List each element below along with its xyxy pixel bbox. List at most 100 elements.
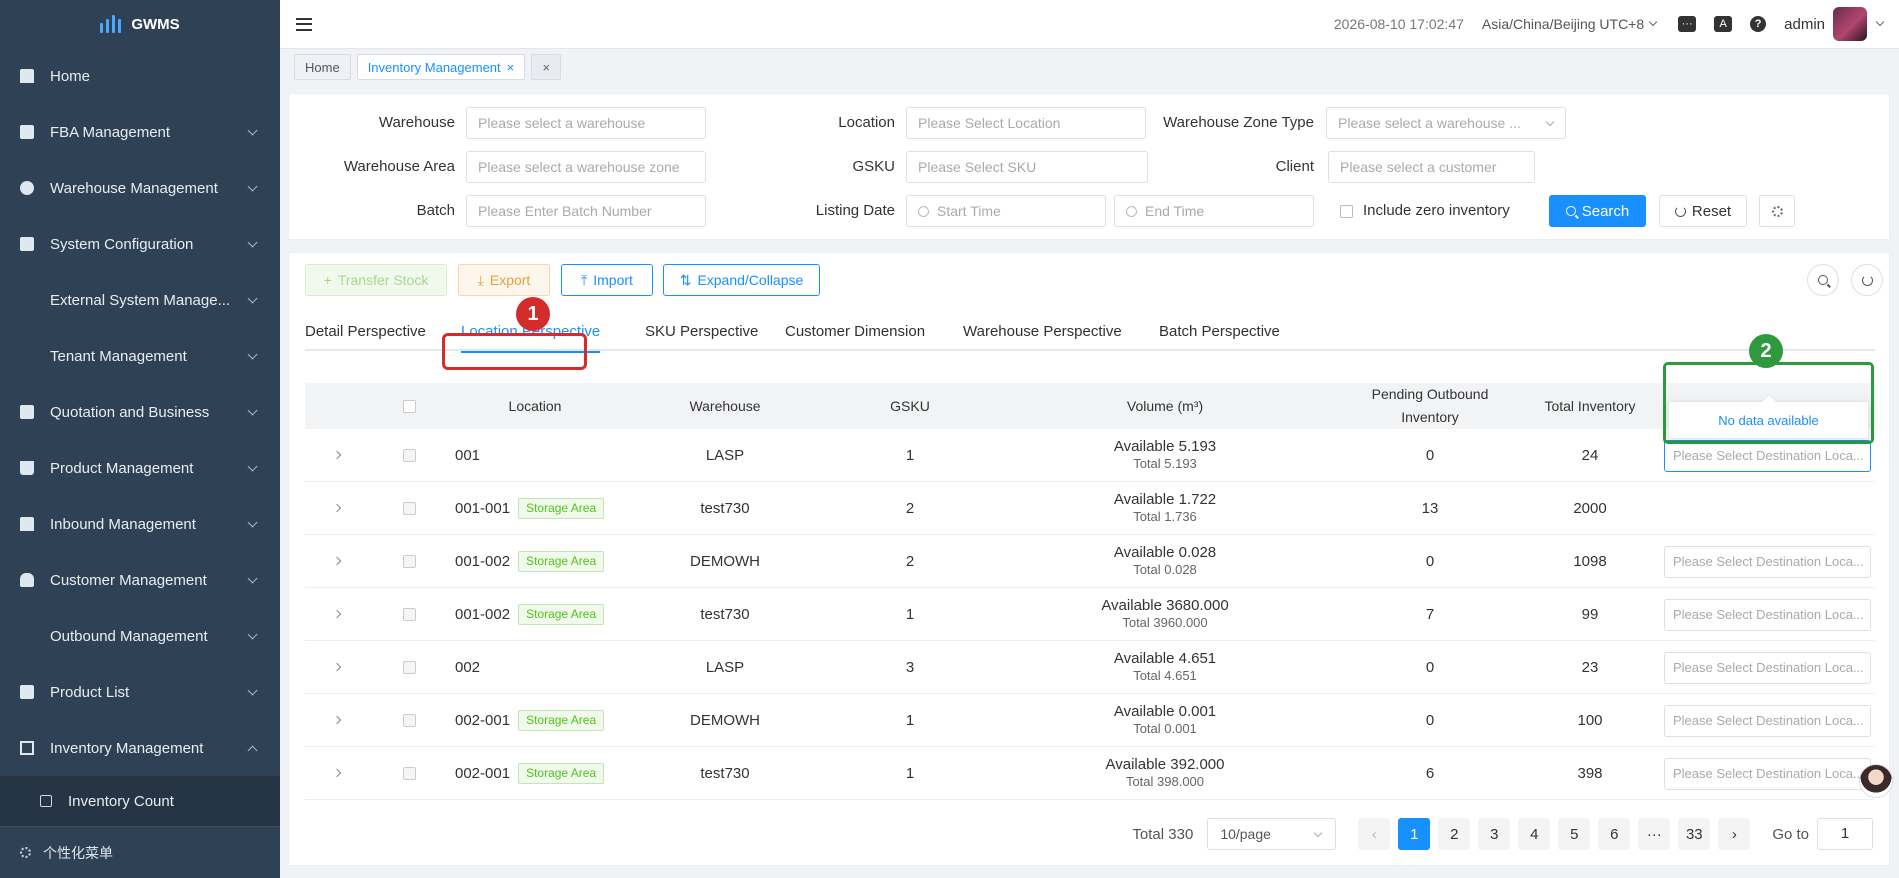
sidebar-item-customer[interactable]: Customer Management: [0, 552, 280, 608]
client-select[interactable]: Please select a customer: [1328, 151, 1535, 183]
table-body: 001 LASP 1 Available 5.193 Total 5.193 0 …: [305, 429, 1875, 800]
sidebar-subitem-inventory-count[interactable]: Inventory Count: [0, 776, 280, 826]
sidebar-item-fba[interactable]: FBA Management: [0, 104, 280, 160]
col-pending-line1: Pending Outbound: [1371, 386, 1489, 402]
page-4-button[interactable]: 4: [1518, 818, 1551, 850]
sidebar-item-inventory[interactable]: Inventory Management: [0, 720, 280, 776]
destination-location-select[interactable]: Please Select Destination Loca...: [1664, 599, 1871, 631]
table-row[interactable]: 002 LASP 3 Available 4.651 Total 4.651 0 …: [305, 641, 1875, 694]
gsku-select[interactable]: Please Select SKU: [906, 151, 1148, 183]
sidebar-item-home[interactable]: Home: [0, 48, 280, 104]
row-checkbox[interactable]: [402, 607, 416, 621]
app-logo[interactable]: GWMS: [0, 0, 280, 48]
toggle-search-button[interactable]: [1807, 264, 1839, 296]
row-checkbox[interactable]: [402, 660, 416, 674]
sidebar-item-inbound[interactable]: Inbound Management: [0, 496, 280, 552]
page-33-button[interactable]: 33: [1678, 818, 1711, 850]
avatar[interactable]: [1833, 7, 1867, 41]
tab-detail-perspective[interactable]: Detail Perspective: [305, 313, 426, 351]
page-5-button[interactable]: 5: [1558, 818, 1591, 850]
table-row[interactable]: 001-002 Storage Area test730 1 Available …: [305, 588, 1875, 641]
destination-location-select[interactable]: Please Select Destination Loca...: [1664, 758, 1871, 790]
page-1-button[interactable]: 1: [1398, 818, 1431, 850]
warehouse-select[interactable]: Please select a warehouse: [466, 107, 706, 139]
chevron-right-icon[interactable]: [332, 662, 342, 672]
chevron-down-icon: [247, 405, 258, 415]
table-row[interactable]: 001-001 Storage Area test730 2 Available …: [305, 482, 1875, 535]
timezone-selector[interactable]: Asia/China/Beijing UTC+8: [1482, 16, 1658, 32]
tab-warehouse-perspective[interactable]: Warehouse Perspective: [963, 313, 1122, 351]
sidebar-item-label: Product Management: [50, 459, 194, 477]
table-row[interactable]: 002-001 Storage Area DEMOWH 1 Available 0…: [305, 694, 1875, 747]
include-zero-toggle[interactable]: Include zero inventory: [1340, 195, 1510, 227]
sidebar-item-system-config[interactable]: System Configuration: [0, 216, 280, 272]
personalized-menu[interactable]: 个性化菜单: [0, 826, 280, 878]
table-row[interactable]: 001-002 Storage Area DEMOWH 2 Available 0…: [305, 535, 1875, 588]
tab-customer-dimension[interactable]: Customer Dimension: [785, 313, 925, 351]
destination-location-select[interactable]: Please Select Destination Loca...: [1664, 652, 1871, 684]
select-all-checkbox[interactable]: [402, 399, 416, 413]
page-3-button[interactable]: 3: [1478, 818, 1511, 850]
expand-collapse-button[interactable]: ⇅ Expand/Collapse: [663, 264, 820, 296]
include-zero-checkbox[interactable]: [1340, 204, 1353, 218]
page-6-button[interactable]: 6: [1598, 818, 1631, 850]
reset-button[interactable]: Reset: [1659, 195, 1747, 227]
destination-location-select[interactable]: Please Select Destination Loca...: [1664, 705, 1871, 737]
close-icon[interactable]: ×: [507, 60, 515, 75]
import-button[interactable]: ⤒ Import: [561, 264, 653, 296]
destination-location-select[interactable]: Please Select Destination Loca...: [1664, 440, 1871, 472]
table-row[interactable]: 001 LASP 1 Available 5.193 Total 5.193 0 …: [305, 429, 1875, 482]
chevron-right-icon[interactable]: [332, 556, 342, 566]
help-icon[interactable]: ?: [1750, 16, 1767, 32]
annotation-badge-2: 2: [1749, 334, 1783, 368]
sidebar-item-outbound[interactable]: Outbound Management: [0, 608, 280, 664]
start-time-input[interactable]: Start Time: [906, 195, 1106, 227]
tab-batch-perspective[interactable]: Batch Perspective: [1159, 313, 1280, 351]
username[interactable]: admin: [1784, 16, 1825, 33]
search-button[interactable]: Search: [1549, 195, 1646, 227]
transfer-stock-button[interactable]: + Transfer Stock: [305, 264, 447, 296]
row-checkbox[interactable]: [402, 554, 416, 568]
tab-home[interactable]: Home: [294, 54, 351, 80]
destination-location-select[interactable]: Please Select Destination Loca...: [1664, 546, 1871, 578]
next-page-button[interactable]: ›: [1718, 818, 1751, 850]
sidebar-item-product-list[interactable]: Product List: [0, 664, 280, 720]
export-button[interactable]: ⤓ Export: [458, 264, 550, 296]
sidebar-item-quotation[interactable]: Quotation and Business: [0, 384, 280, 440]
translate-icon[interactable]: A: [1714, 16, 1733, 32]
warehouse-area-select[interactable]: Please select a warehouse zone: [466, 151, 706, 183]
row-checkbox[interactable]: [402, 713, 416, 727]
page-size-select[interactable]: 10/page: [1207, 818, 1337, 850]
location-select[interactable]: Please Select Location: [906, 107, 1146, 139]
volume-available: Available 0.028: [1113, 544, 1217, 561]
assistant-avatar[interactable]: [1859, 764, 1893, 798]
end-time-input[interactable]: End Time: [1114, 195, 1314, 227]
goto-page-input[interactable]: 1: [1817, 818, 1873, 850]
menu-toggle-icon[interactable]: [296, 17, 312, 31]
filter-settings-button[interactable]: [1759, 195, 1795, 227]
sidebar-item-product-management[interactable]: Product Management: [0, 440, 280, 496]
sidebar-item-warehouse[interactable]: Warehouse Management: [0, 160, 280, 216]
batch-input[interactable]: Please Enter Batch Number: [466, 195, 706, 227]
close-all-tabs-button[interactable]: ×: [531, 54, 562, 80]
row-checkbox[interactable]: [402, 501, 416, 515]
chevron-right-icon[interactable]: [332, 715, 342, 725]
table-row[interactable]: 002-001 Storage Area test730 1 Available …: [305, 747, 1875, 800]
more-pages-button[interactable]: ···: [1638, 818, 1671, 850]
zone-type-select[interactable]: Please select a warehouse ...: [1326, 107, 1566, 139]
prev-page-button[interactable]: ‹: [1358, 818, 1391, 850]
page-2-button[interactable]: 2: [1438, 818, 1471, 850]
chevron-down-icon[interactable]: [1875, 17, 1885, 27]
row-checkbox[interactable]: [402, 766, 416, 780]
chevron-right-icon[interactable]: [332, 450, 342, 460]
chevron-right-icon[interactable]: [332, 768, 342, 778]
tab-sku-perspective[interactable]: SKU Perspective: [645, 313, 758, 351]
tab-inventory-management[interactable]: Inventory Management ×: [356, 54, 526, 80]
chevron-right-icon[interactable]: [332, 503, 342, 513]
sidebar-item-tenant[interactable]: Tenant Management: [0, 328, 280, 384]
row-checkbox[interactable]: [402, 448, 416, 462]
chevron-right-icon[interactable]: [332, 609, 342, 619]
sidebar-item-external-system[interactable]: External System Manage...: [0, 272, 280, 328]
refresh-button[interactable]: [1851, 264, 1883, 296]
message-icon[interactable]: ···: [1678, 16, 1697, 32]
